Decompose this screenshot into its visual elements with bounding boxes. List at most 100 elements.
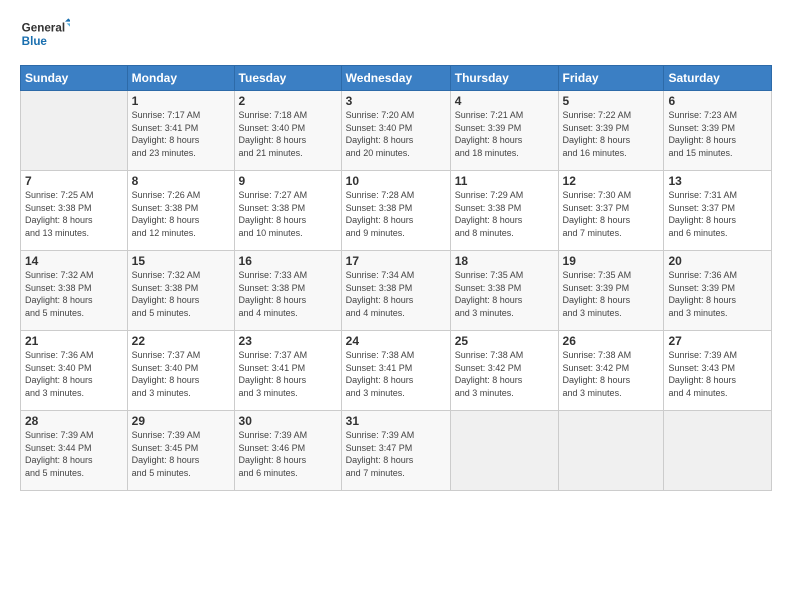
day-info: Sunrise: 7:27 AM Sunset: 3:38 PM Dayligh… — [239, 189, 337, 239]
calendar-cell — [450, 411, 558, 491]
calendar-cell: 11Sunrise: 7:29 AM Sunset: 3:38 PM Dayli… — [450, 171, 558, 251]
day-info: Sunrise: 7:38 AM Sunset: 3:41 PM Dayligh… — [346, 349, 446, 399]
day-number: 28 — [25, 414, 123, 428]
day-number: 31 — [346, 414, 446, 428]
day-number: 4 — [455, 94, 554, 108]
header-monday: Monday — [127, 66, 234, 91]
calendar-cell: 6Sunrise: 7:23 AM Sunset: 3:39 PM Daylig… — [664, 91, 772, 171]
day-number: 27 — [668, 334, 767, 348]
calendar-cell: 13Sunrise: 7:31 AM Sunset: 3:37 PM Dayli… — [664, 171, 772, 251]
day-info: Sunrise: 7:39 AM Sunset: 3:43 PM Dayligh… — [668, 349, 767, 399]
day-number: 17 — [346, 254, 446, 268]
calendar-cell: 18Sunrise: 7:35 AM Sunset: 3:38 PM Dayli… — [450, 251, 558, 331]
week-row-1: 1Sunrise: 7:17 AM Sunset: 3:41 PM Daylig… — [21, 91, 772, 171]
day-number: 26 — [563, 334, 660, 348]
day-number: 12 — [563, 174, 660, 188]
day-info: Sunrise: 7:31 AM Sunset: 3:37 PM Dayligh… — [668, 189, 767, 239]
calendar-cell: 23Sunrise: 7:37 AM Sunset: 3:41 PM Dayli… — [234, 331, 341, 411]
calendar-cell: 12Sunrise: 7:30 AM Sunset: 3:37 PM Dayli… — [558, 171, 664, 251]
header-tuesday: Tuesday — [234, 66, 341, 91]
header-friday: Friday — [558, 66, 664, 91]
calendar-cell: 27Sunrise: 7:39 AM Sunset: 3:43 PM Dayli… — [664, 331, 772, 411]
day-info: Sunrise: 7:34 AM Sunset: 3:38 PM Dayligh… — [346, 269, 446, 319]
day-info: Sunrise: 7:30 AM Sunset: 3:37 PM Dayligh… — [563, 189, 660, 239]
calendar-cell: 26Sunrise: 7:38 AM Sunset: 3:42 PM Dayli… — [558, 331, 664, 411]
logo: General Blue — [20, 15, 70, 55]
logo-svg: General Blue — [20, 15, 70, 55]
day-info: Sunrise: 7:25 AM Sunset: 3:38 PM Dayligh… — [25, 189, 123, 239]
calendar-cell: 24Sunrise: 7:38 AM Sunset: 3:41 PM Dayli… — [341, 331, 450, 411]
day-info: Sunrise: 7:21 AM Sunset: 3:39 PM Dayligh… — [455, 109, 554, 159]
calendar-cell — [558, 411, 664, 491]
calendar-header-row: SundayMondayTuesdayWednesdayThursdayFrid… — [21, 66, 772, 91]
day-info: Sunrise: 7:28 AM Sunset: 3:38 PM Dayligh… — [346, 189, 446, 239]
day-number: 23 — [239, 334, 337, 348]
day-info: Sunrise: 7:17 AM Sunset: 3:41 PM Dayligh… — [132, 109, 230, 159]
day-number: 8 — [132, 174, 230, 188]
day-number: 24 — [346, 334, 446, 348]
day-info: Sunrise: 7:39 AM Sunset: 3:46 PM Dayligh… — [239, 429, 337, 479]
day-number: 30 — [239, 414, 337, 428]
calendar-cell: 22Sunrise: 7:37 AM Sunset: 3:40 PM Dayli… — [127, 331, 234, 411]
calendar-cell: 25Sunrise: 7:38 AM Sunset: 3:42 PM Dayli… — [450, 331, 558, 411]
page: General Blue SundayMondayTuesdayWednesda… — [0, 0, 792, 612]
header-wednesday: Wednesday — [341, 66, 450, 91]
calendar-cell: 19Sunrise: 7:35 AM Sunset: 3:39 PM Dayli… — [558, 251, 664, 331]
calendar-cell: 28Sunrise: 7:39 AM Sunset: 3:44 PM Dayli… — [21, 411, 128, 491]
calendar: SundayMondayTuesdayWednesdayThursdayFrid… — [20, 65, 772, 491]
calendar-cell: 29Sunrise: 7:39 AM Sunset: 3:45 PM Dayli… — [127, 411, 234, 491]
calendar-cell: 3Sunrise: 7:20 AM Sunset: 3:40 PM Daylig… — [341, 91, 450, 171]
day-number: 22 — [132, 334, 230, 348]
day-info: Sunrise: 7:35 AM Sunset: 3:38 PM Dayligh… — [455, 269, 554, 319]
day-number: 2 — [239, 94, 337, 108]
day-info: Sunrise: 7:23 AM Sunset: 3:39 PM Dayligh… — [668, 109, 767, 159]
calendar-cell: 21Sunrise: 7:36 AM Sunset: 3:40 PM Dayli… — [21, 331, 128, 411]
week-row-3: 14Sunrise: 7:32 AM Sunset: 3:38 PM Dayli… — [21, 251, 772, 331]
calendar-cell: 7Sunrise: 7:25 AM Sunset: 3:38 PM Daylig… — [21, 171, 128, 251]
week-row-4: 21Sunrise: 7:36 AM Sunset: 3:40 PM Dayli… — [21, 331, 772, 411]
calendar-cell: 14Sunrise: 7:32 AM Sunset: 3:38 PM Dayli… — [21, 251, 128, 331]
day-info: Sunrise: 7:22 AM Sunset: 3:39 PM Dayligh… — [563, 109, 660, 159]
calendar-cell: 9Sunrise: 7:27 AM Sunset: 3:38 PM Daylig… — [234, 171, 341, 251]
day-info: Sunrise: 7:33 AM Sunset: 3:38 PM Dayligh… — [239, 269, 337, 319]
day-info: Sunrise: 7:39 AM Sunset: 3:47 PM Dayligh… — [346, 429, 446, 479]
header-thursday: Thursday — [450, 66, 558, 91]
day-number: 18 — [455, 254, 554, 268]
day-info: Sunrise: 7:32 AM Sunset: 3:38 PM Dayligh… — [132, 269, 230, 319]
day-number: 6 — [668, 94, 767, 108]
day-number: 14 — [25, 254, 123, 268]
day-info: Sunrise: 7:38 AM Sunset: 3:42 PM Dayligh… — [563, 349, 660, 399]
day-info: Sunrise: 7:37 AM Sunset: 3:40 PM Dayligh… — [132, 349, 230, 399]
day-info: Sunrise: 7:39 AM Sunset: 3:45 PM Dayligh… — [132, 429, 230, 479]
svg-text:Blue: Blue — [22, 35, 48, 48]
calendar-cell: 2Sunrise: 7:18 AM Sunset: 3:40 PM Daylig… — [234, 91, 341, 171]
day-number: 9 — [239, 174, 337, 188]
day-number: 1 — [132, 94, 230, 108]
day-info: Sunrise: 7:26 AM Sunset: 3:38 PM Dayligh… — [132, 189, 230, 239]
calendar-cell — [21, 91, 128, 171]
day-info: Sunrise: 7:37 AM Sunset: 3:41 PM Dayligh… — [239, 349, 337, 399]
day-info: Sunrise: 7:35 AM Sunset: 3:39 PM Dayligh… — [563, 269, 660, 319]
calendar-cell: 10Sunrise: 7:28 AM Sunset: 3:38 PM Dayli… — [341, 171, 450, 251]
day-number: 21 — [25, 334, 123, 348]
day-number: 16 — [239, 254, 337, 268]
day-number: 20 — [668, 254, 767, 268]
calendar-cell: 4Sunrise: 7:21 AM Sunset: 3:39 PM Daylig… — [450, 91, 558, 171]
calendar-cell — [664, 411, 772, 491]
header-sunday: Sunday — [21, 66, 128, 91]
calendar-cell: 16Sunrise: 7:33 AM Sunset: 3:38 PM Dayli… — [234, 251, 341, 331]
day-info: Sunrise: 7:20 AM Sunset: 3:40 PM Dayligh… — [346, 109, 446, 159]
day-number: 19 — [563, 254, 660, 268]
day-info: Sunrise: 7:38 AM Sunset: 3:42 PM Dayligh… — [455, 349, 554, 399]
week-row-5: 28Sunrise: 7:39 AM Sunset: 3:44 PM Dayli… — [21, 411, 772, 491]
day-number: 11 — [455, 174, 554, 188]
day-number: 7 — [25, 174, 123, 188]
calendar-cell: 20Sunrise: 7:36 AM Sunset: 3:39 PM Dayli… — [664, 251, 772, 331]
calendar-cell: 1Sunrise: 7:17 AM Sunset: 3:41 PM Daylig… — [127, 91, 234, 171]
day-info: Sunrise: 7:32 AM Sunset: 3:38 PM Dayligh… — [25, 269, 123, 319]
calendar-cell: 15Sunrise: 7:32 AM Sunset: 3:38 PM Dayli… — [127, 251, 234, 331]
header: General Blue — [20, 15, 772, 55]
calendar-cell: 31Sunrise: 7:39 AM Sunset: 3:47 PM Dayli… — [341, 411, 450, 491]
day-number: 13 — [668, 174, 767, 188]
day-number: 29 — [132, 414, 230, 428]
